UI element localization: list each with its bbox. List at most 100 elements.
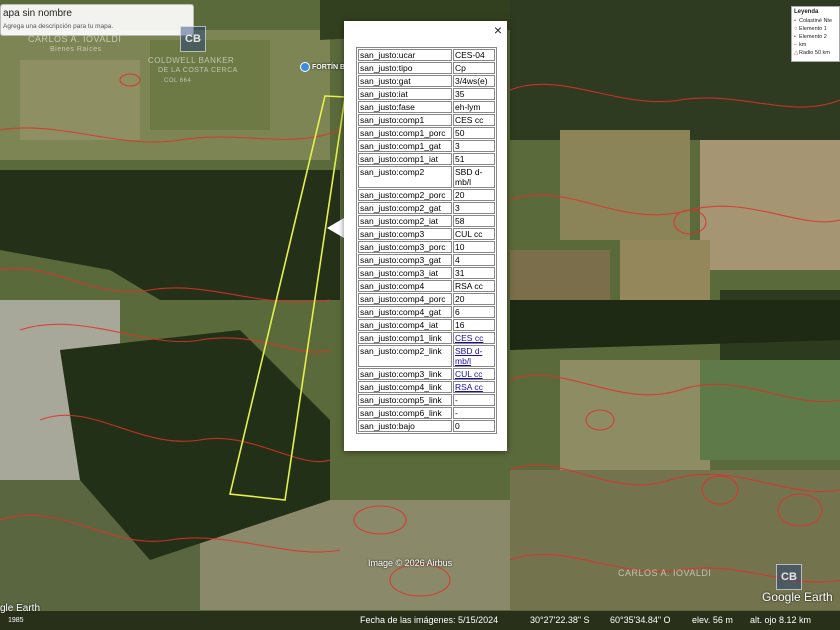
attribute-key: san_justo:comp6_link — [358, 407, 452, 419]
status-bar: Fecha de las imágenes: 5/15/2024 30°27'2… — [0, 611, 840, 630]
attribute-row: san_justo:comp3_porc 10 — [358, 241, 495, 253]
attribute-row: san_justo:comp6_link - — [358, 407, 495, 419]
legend-item[interactable]: △Radio 50 km — [794, 49, 837, 57]
attribute-link[interactable]: CES cc — [455, 333, 483, 343]
legend-item-label: Elemento 1 — [799, 26, 827, 32]
attribute-value: 51 — [453, 153, 495, 165]
pin-label[interactable]: FORTÍN B — [312, 64, 345, 71]
attribute-row: san_justo:comp1_gat 3 — [358, 140, 495, 152]
attribute-value: CES cc — [453, 332, 495, 344]
attribute-key: san_justo:comp4_iat — [358, 319, 452, 331]
attribute-row: san_justo:comp2_iat 58 — [358, 215, 495, 227]
attribute-value: 4 — [453, 254, 495, 266]
attribute-row: san_justo:comp4_gat 6 — [358, 306, 495, 318]
attribute-key: san_justo:comp4_gat — [358, 306, 452, 318]
attribute-row: san_justo:comp2_link SBD d-mb/l — [358, 345, 495, 367]
attribute-key: san_justo:comp3_link — [358, 368, 452, 380]
attribute-key: san_justo:ucar — [358, 49, 452, 61]
map-description: Agrega una descripción para tu mapa. — [3, 23, 114, 30]
imagery-credit: Image © 2026 Airbus — [368, 558, 453, 568]
attribute-key: san_justo:comp2_porc — [358, 189, 452, 201]
attribute-key: san_justo:comp2_link — [358, 345, 452, 367]
attribute-value: 0 — [453, 420, 495, 432]
legend-item[interactable]: • Colastiné Nte — [794, 17, 837, 25]
attribute-row: san_justo:comp1 CES cc — [358, 114, 495, 126]
google-earth-logo: gle Earth — [0, 603, 41, 614]
map-title: apa sin nombre — [3, 8, 72, 19]
attribute-key: san_justo:gat — [358, 75, 452, 87]
popup-pointer — [327, 218, 344, 238]
attribute-key: san_justo:comp5_link — [358, 394, 452, 406]
attribute-row: san_justo:comp2_porc 20 — [358, 189, 495, 201]
attribute-value: 50 — [453, 127, 495, 139]
attribute-link[interactable]: SBD d-mb/l — [455, 346, 482, 366]
attribute-value: CES-04 — [453, 49, 495, 61]
watermark-text: CARLOS A. IOVALDI — [618, 568, 712, 578]
attribute-value: 58 — [453, 215, 495, 227]
attribute-key: san_justo:fase — [358, 101, 452, 113]
feature-info-popup: × san_justo:ucar CES-04 san_justo:tipo Cp sa… — [344, 21, 507, 451]
attribute-row: san_justo:comp4 RSA cc — [358, 280, 495, 292]
attribute-row: san_justo:comp4_iat 16 — [358, 319, 495, 331]
watermark-text: COL 664 — [164, 78, 192, 84]
watermark-text: DE LA COSTA CERCA — [158, 67, 238, 74]
attribute-row: san_justo:bajo 0 — [358, 420, 495, 432]
attribute-value: RSA cc — [453, 381, 495, 393]
attribute-table: san_justo:ucar CES-04 san_justo:tipo Cp san_… — [356, 47, 497, 434]
attribute-row: san_justo:ucar CES-04 — [358, 49, 495, 61]
attribute-row: san_justo:comp1_link CES cc — [358, 332, 495, 344]
legend-panel[interactable]: Leyenda • Colastiné Nte ○ Elemento 1 ▪ Elem… — [791, 6, 840, 62]
attribute-key: san_justo:tipo — [358, 62, 452, 74]
attribute-row: san_justo:comp3_iat 31 — [358, 267, 495, 279]
watermark-logo: CB — [180, 26, 206, 52]
attribute-row: san_justo:comp3 CUL cc — [358, 228, 495, 240]
legend-item-label: km — [799, 42, 807, 48]
attribute-key: san_justo:comp1_iat — [358, 153, 452, 165]
attribute-key: san_justo:comp2 — [358, 166, 452, 188]
latitude-readout: 30°27'22.38" S — [530, 615, 590, 625]
legend-item[interactable]: ▪ Elemento 2 — [794, 33, 837, 41]
attribute-key: san_justo:comp3_porc — [358, 241, 452, 253]
imagery-date: Fecha de las imágenes: 5/15/2024 — [360, 615, 499, 625]
attribute-row: san_justo:comp3_gat 4 — [358, 254, 495, 266]
legend-item-label: Elemento 2 — [799, 34, 827, 40]
watermark-text: CARLOS A. IOVALDI — [28, 34, 122, 44]
legend-item-label: Colastiné Nte — [799, 18, 833, 24]
attribute-key: san_justo:comp1 — [358, 114, 452, 126]
attribute-value: 3/4ws(e) — [453, 75, 495, 87]
attribute-value: 31 — [453, 267, 495, 279]
attribute-value: 20 — [453, 293, 495, 305]
attribute-value: 20 — [453, 189, 495, 201]
attribute-row: san_justo:comp1_porc 50 — [358, 127, 495, 139]
legend-item[interactable]: ○ Elemento 1 — [794, 25, 837, 33]
attribute-link[interactable]: RSA cc — [455, 382, 483, 392]
attribute-value: 10 — [453, 241, 495, 253]
attribute-row: san_justo:comp2 SBD d-mb/l — [358, 166, 495, 188]
watermark-text: Bienes Raíces — [50, 46, 102, 53]
attribute-value: CUL cc — [453, 368, 495, 380]
map-title-panel[interactable]: apa sin nombre Agrega una descripción pa… — [0, 4, 194, 36]
attribute-value: eh-lym — [453, 101, 495, 113]
legend-item-label: Radio 50 km — [799, 50, 830, 56]
attribute-row: san_justo:comp5_link - — [358, 394, 495, 406]
attribute-value: Cp — [453, 62, 495, 74]
attribute-row: san_justo:comp1_iat 51 — [358, 153, 495, 165]
attribute-link[interactable]: CUL cc — [455, 369, 483, 379]
attribute-row: san_justo:tipo Cp — [358, 62, 495, 74]
attribute-value: 35 — [453, 88, 495, 100]
year-label: 1985 — [8, 617, 24, 624]
attribute-value: - — [453, 394, 495, 406]
eye-altitude-readout: alt. ojo 8.12 km — [750, 615, 812, 625]
legend-item[interactable]: – km — [794, 41, 837, 49]
attribute-key: san_justo:comp2_gat — [358, 202, 452, 214]
attribute-key: san_justo:comp3_iat — [358, 267, 452, 279]
attribute-value: 3 — [453, 140, 495, 152]
attribute-value: RSA cc — [453, 280, 495, 292]
attribute-row: san_justo:fase eh-lym — [358, 101, 495, 113]
location-pin-icon[interactable] — [300, 62, 310, 72]
legend-title: Leyenda — [794, 9, 819, 15]
attribute-value: - — [453, 407, 495, 419]
attribute-row: san_justo:iat 35 — [358, 88, 495, 100]
attribute-row: san_justo:gat 3/4ws(e) — [358, 75, 495, 87]
close-icon[interactable]: × — [491, 22, 505, 38]
